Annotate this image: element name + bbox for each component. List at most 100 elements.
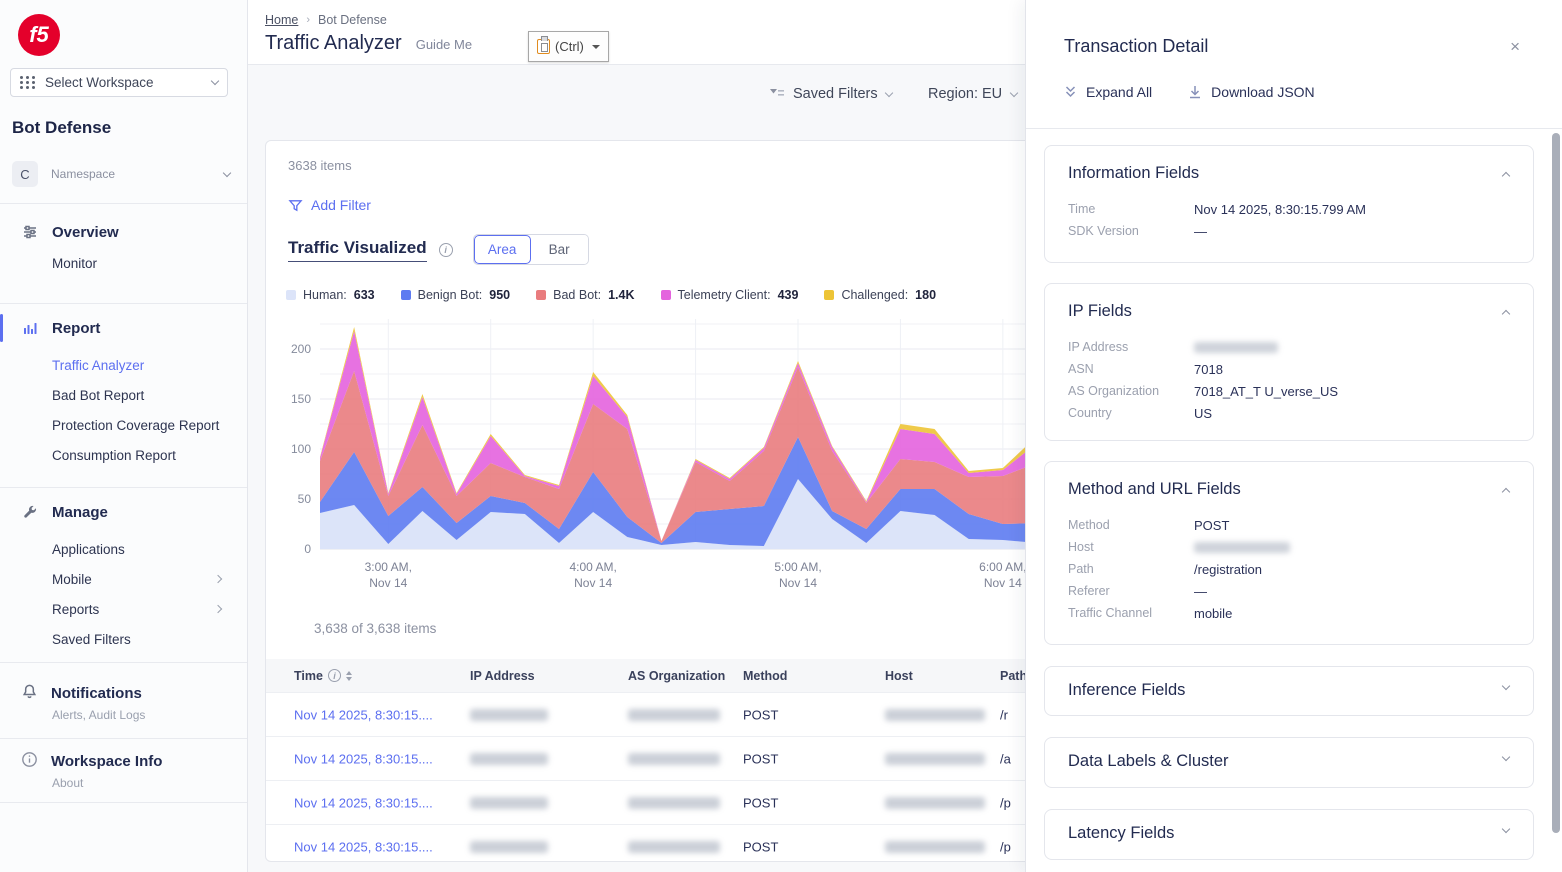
double-chevron-down-icon (1064, 85, 1077, 99)
sidebar-item-applications[interactable]: Applications (0, 534, 247, 564)
chevron-down-icon (211, 77, 219, 85)
guide-me-link[interactable]: Guide Me (416, 37, 472, 52)
filter-list-icon (770, 88, 785, 101)
redacted-as-org-value (628, 709, 720, 721)
redacted-host-value (885, 797, 985, 809)
view-area-button[interactable]: Area (474, 235, 531, 264)
view-bar-button[interactable]: Bar (531, 235, 588, 264)
field-label: Method (1068, 518, 1194, 532)
chevron-right-icon (214, 575, 222, 583)
redacted-ip-address-value (1194, 342, 1278, 353)
legend-swatch (824, 290, 834, 300)
close-icon[interactable]: × (1510, 38, 1520, 55)
card-latency-fields[interactable]: Latency Fields (1044, 809, 1534, 860)
workspace-selector[interactable]: Select Workspace (10, 68, 228, 97)
legend-item-benign-bot[interactable]: Benign Bot:950 (401, 288, 511, 302)
sidebar-item-label: Traffic Analyzer (52, 358, 144, 373)
card-inference-fields[interactable]: Inference Fields (1044, 666, 1534, 716)
sidebar-item-protection-coverage-report[interactable]: Protection Coverage Report (0, 410, 247, 440)
column-header-method: Method (743, 669, 787, 683)
sidebar-item-mobile[interactable]: Mobile (0, 564, 247, 594)
grid-icon (20, 76, 36, 89)
transaction-time-link[interactable]: Nov 14 2025, 8:30:15.... (294, 839, 433, 854)
nav-group-overview[interactable]: Overview (0, 216, 247, 248)
sidebar-item-saved-filters[interactable]: Saved Filters (0, 624, 247, 654)
expand-icon[interactable] (1502, 753, 1510, 761)
namespace-label: Namespace (51, 167, 115, 181)
panel-scrollbar[interactable] (1552, 133, 1560, 833)
sidebar-item-monitor[interactable]: Monitor (0, 248, 247, 278)
sort-icon (346, 671, 352, 681)
field-label: Path (1068, 562, 1194, 576)
nav-group-report[interactable]: Report (0, 312, 247, 344)
legend-item-human[interactable]: Human:633 (286, 288, 375, 302)
content-card: 3638 items Add Filter Traffic Visualized… (265, 140, 1055, 862)
region-dropdown[interactable]: Region: EU (928, 86, 1017, 102)
expand-icon[interactable] (1502, 682, 1510, 690)
legend-item-challenged[interactable]: Challenged:180 (824, 288, 936, 302)
info-icon: i (439, 243, 453, 257)
field-label: Time (1068, 202, 1194, 216)
traffic-area-chart: 0501001502003:00 AM,Nov 144:00 AM,Nov 14… (280, 309, 1040, 597)
column-header-time[interactable]: Time i (294, 669, 352, 683)
field-value: /registration (1194, 562, 1262, 577)
card-data-labels-cluster[interactable]: Data Labels & Cluster (1044, 737, 1534, 788)
path-cell: /p (1000, 795, 1011, 810)
namespace-avatar: C (12, 161, 38, 187)
field-label: AS Organization (1068, 384, 1194, 398)
sidebar-item-label: Protection Coverage Report (52, 418, 219, 433)
collapse-icon[interactable] (1502, 488, 1510, 496)
results-count: 3,638 of 3,638 items (314, 621, 436, 636)
transaction-detail-panel: Transaction Detail × Expand All Download… (1025, 0, 1562, 872)
redacted-host-value (885, 709, 985, 721)
sidebar-item-label: Applications (52, 542, 125, 557)
card-title: Method and URL Fields (1068, 480, 1241, 499)
sidebar-item-reports[interactable]: Reports (0, 594, 247, 624)
sidebar-item-workspace-info[interactable]: Workspace Info About (0, 751, 247, 790)
collapse-icon[interactable] (1502, 310, 1510, 318)
breadcrumb-home-link[interactable]: Home (265, 13, 298, 27)
transaction-time-link[interactable]: Nov 14 2025, 8:30:15.... (294, 751, 433, 766)
legend-item-bad-bot[interactable]: Bad Bot:1.4K (536, 288, 634, 302)
sidebar-item-label: Consumption Report (52, 448, 176, 463)
chart-section-title[interactable]: Traffic Visualized (288, 238, 427, 262)
saved-filters-dropdown[interactable]: Saved Filters (770, 86, 892, 102)
column-header-host: Host (885, 669, 913, 683)
table-row[interactable]: Nov 14 2025, 8:30:15.... POST /p (266, 780, 1055, 824)
table-row[interactable]: Nov 14 2025, 8:30:15.... POST /a (266, 736, 1055, 780)
sidebar-item-sublabel: About (0, 776, 247, 790)
namespace-selector[interactable]: C Namespace (12, 158, 236, 190)
redacted-as-org-value (628, 841, 720, 853)
svg-text:Nov 14: Nov 14 (369, 576, 407, 590)
column-header-ip-address: IP Address (470, 669, 535, 683)
expand-icon[interactable] (1502, 825, 1510, 833)
sidebar-item-traffic-analyzer[interactable]: Traffic Analyzer (0, 350, 247, 380)
paste-ctrl-overlay-button[interactable]: (Ctrl) (528, 31, 609, 62)
nav-group-label: Report (52, 320, 100, 337)
sidebar-item-notifications[interactable]: Notifications Alerts, Audit Logs (0, 683, 247, 722)
legend-item-telemetry-client[interactable]: Telemetry Client:439 (661, 288, 799, 302)
region-label: Region: EU (928, 86, 1002, 102)
sidebar-item-bad-bot-report[interactable]: Bad Bot Report (0, 380, 247, 410)
field-value: Nov 14 2025, 8:30:15.799 AM (1194, 202, 1366, 217)
transaction-time-link[interactable]: Nov 14 2025, 8:30:15.... (294, 795, 433, 810)
table-row[interactable]: Nov 14 2025, 8:30:15.... POST /r (266, 692, 1055, 736)
field-label: Country (1068, 406, 1194, 420)
field-value: 7018_AT_T U_verse_US (1194, 384, 1338, 399)
nav-group-manage[interactable]: Manage (0, 496, 247, 528)
card-title: IP Fields (1068, 302, 1132, 321)
add-filter-button[interactable]: Add Filter (288, 197, 371, 213)
transaction-time-link[interactable]: Nov 14 2025, 8:30:15.... (294, 707, 433, 722)
expand-all-button[interactable]: Expand All (1064, 84, 1152, 100)
svg-text:0: 0 (304, 542, 311, 556)
field-label: SDK Version (1068, 224, 1194, 238)
svg-text:Nov 14: Nov 14 (984, 576, 1022, 590)
collapse-icon[interactable] (1502, 172, 1510, 180)
table-row[interactable]: Nov 14 2025, 8:30:15.... POST /p (266, 824, 1055, 862)
download-json-button[interactable]: Download JSON (1188, 84, 1315, 100)
svg-text:5:00 AM,: 5:00 AM, (774, 560, 821, 574)
bar-chart-icon (21, 319, 39, 337)
path-cell: /a (1000, 751, 1011, 766)
download-json-label: Download JSON (1211, 84, 1315, 100)
sidebar-item-consumption-report[interactable]: Consumption Report (0, 440, 247, 470)
